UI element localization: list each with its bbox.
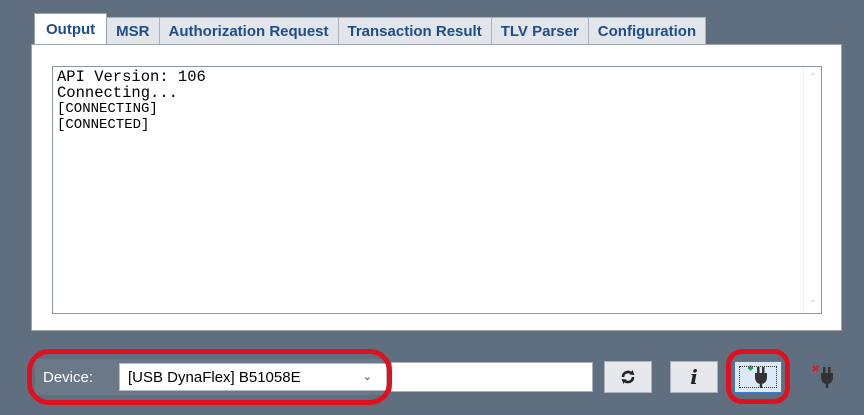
tab-bar: Output MSR Authorization Request Transac… <box>34 13 707 44</box>
info-button[interactable]: i <box>670 361 718 393</box>
output-line: [CONNECTED] <box>57 117 150 133</box>
connect-button[interactable] <box>734 361 782 393</box>
device-selector-group: Device: [USB DynaFlex] B51058E ⌄ <box>35 359 387 395</box>
device-selected-value: [USB DynaFlex] B51058E <box>128 368 301 386</box>
device-label: Device: <box>43 368 94 386</box>
plug-disconnect-icon <box>812 365 833 388</box>
disconnect-button[interactable] <box>801 361 847 393</box>
tab-transaction-result[interactable]: Transaction Result <box>337 17 492 44</box>
device-address-input[interactable] <box>391 362 593 392</box>
tab-output[interactable]: Output <box>34 13 108 44</box>
output-line: [CONNECTING] <box>57 101 158 117</box>
output-scrollbar[interactable]: ⌃ ⌄ <box>803 67 821 313</box>
device-dropdown[interactable]: [USB DynaFlex] B51058E ⌄ <box>119 363 387 391</box>
refresh-icon <box>621 370 635 384</box>
output-line: API Version: 106 <box>57 69 206 86</box>
tab-tlv-parser[interactable]: TLV Parser <box>490 17 589 44</box>
info-icon: i <box>690 365 698 389</box>
tab-msr[interactable]: MSR <box>106 17 160 44</box>
output-line: Connecting... <box>57 84 178 102</box>
scroll-up-icon[interactable]: ⌃ <box>807 73 819 83</box>
output-text: API Version: 106 Connecting... [CONNECTING… <box>57 69 799 311</box>
output-textbox[interactable]: API Version: 106 Connecting... [CONNECTING… <box>52 66 822 314</box>
tab-authorization-request[interactable]: Authorization Request <box>158 17 339 44</box>
scroll-down-icon[interactable]: ⌄ <box>807 295 819 305</box>
tab-configuration[interactable]: Configuration <box>587 17 707 44</box>
refresh-button[interactable] <box>604 361 652 393</box>
output-tab-panel: API Version: 106 Connecting... [CONNECTING… <box>31 44 842 331</box>
focus-rectangle <box>739 366 777 388</box>
chevron-down-icon: ⌄ <box>362 370 372 383</box>
